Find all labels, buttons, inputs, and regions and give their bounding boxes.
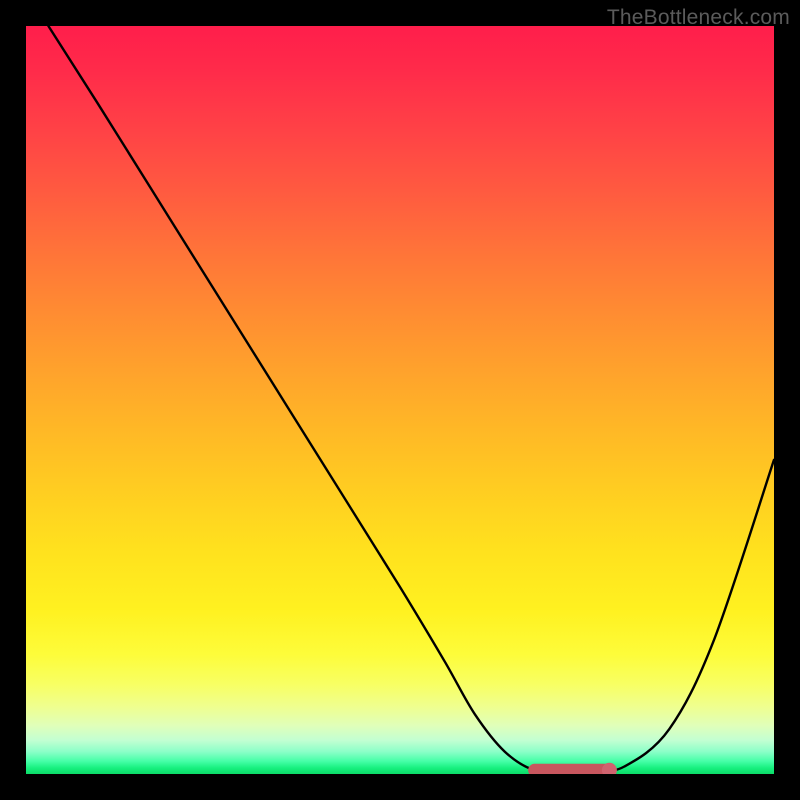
- chart-svg: [26, 26, 774, 774]
- chart-frame: [26, 26, 774, 774]
- watermark-text: TheBottleneck.com: [607, 6, 790, 30]
- bottleneck-curve-path: [48, 26, 774, 772]
